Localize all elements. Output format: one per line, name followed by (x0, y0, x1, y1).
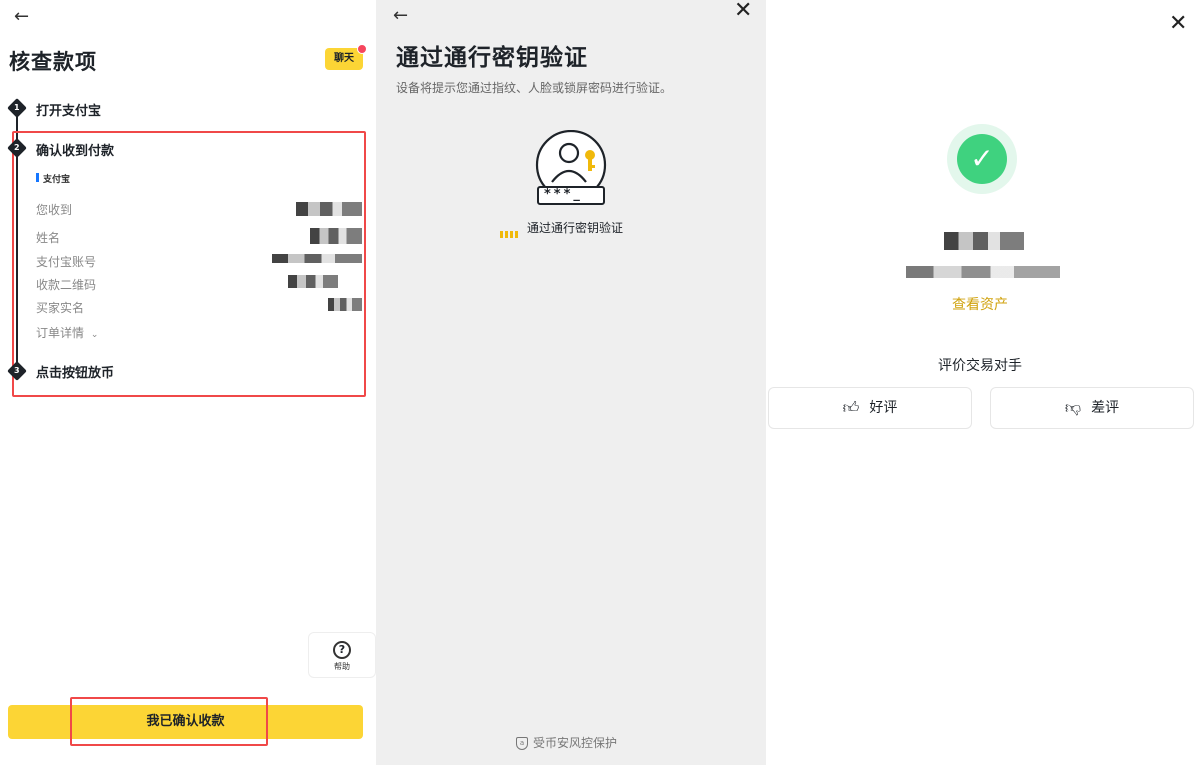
step-1-icon: 1 (7, 98, 27, 118)
help-button[interactable]: ? 帮助 (308, 632, 376, 678)
shield-icon: a (516, 737, 528, 750)
password-mask: ***_ (544, 187, 583, 202)
risk-protection-note: a 受币安风控保护 (516, 734, 617, 751)
row-label-qr-code: 收款二维码 (36, 278, 97, 292)
redacted-value (328, 298, 362, 311)
loading-indicator (500, 224, 520, 243)
passkey-verify-panel: ← ✕ 通过通行密钥验证 设备将提示您通过指纹、人脸或锁屏密码进行验证。 ***… (376, 0, 766, 765)
close-icon[interactable]: ✕ (1169, 13, 1187, 35)
good-review-label: 好评 (869, 400, 898, 416)
bad-review-button[interactable]: 👎︎ 差评 (990, 387, 1194, 429)
payment-method-marker (36, 173, 39, 182)
view-assets-link[interactable]: 查看资产 (952, 294, 1008, 314)
redacted-value (296, 202, 362, 216)
redacted-value (272, 254, 362, 263)
highlight-box (70, 697, 268, 746)
thumbs-up-icon: 👍︎ (842, 398, 860, 417)
rate-counterparty-title: 评价交易对手 (938, 358, 1022, 374)
step-1-label: 打开支付宝 (36, 104, 102, 119)
row-label-buyer-name: 买家实名 (36, 301, 85, 315)
chevron-down-icon: ⌄ (90, 330, 99, 340)
help-label: 帮助 (334, 662, 350, 671)
payment-method: 支付宝 (43, 175, 71, 185)
page-description: 设备将提示您通过指纹、人脸或锁屏密码进行验证。 (396, 81, 673, 95)
check-icon: ✓ (957, 134, 1007, 184)
redacted-amount (944, 232, 1024, 250)
order-details-toggle[interactable]: 订单详情 ⌄ (36, 324, 98, 341)
row-label-received: 您收到 (36, 203, 73, 217)
redacted-detail (906, 266, 1060, 278)
protect-text: 受币安风控保护 (533, 736, 618, 750)
help-icon: ? (333, 641, 351, 659)
page-title: 通过通行密钥验证 (396, 45, 588, 71)
release-success-panel: ✕ ✓ 查看资产 评价交易对手 👍︎ 好评 👎︎ 差评 (766, 0, 1200, 765)
order-details-label: 订单详情 (36, 326, 85, 340)
verify-payment-panel: ← 核查款项 聊天 1 打开支付宝 2 确认收到付款 支付宝 您收到 姓名 支付… (0, 0, 376, 765)
page-title: 核查款项 (9, 50, 97, 74)
bad-review-label: 差评 (1091, 400, 1120, 416)
thumbs-down-icon: 👎︎ (1064, 398, 1082, 417)
notification-badge (357, 44, 367, 54)
good-review-button[interactable]: 👍︎ 好评 (768, 387, 972, 429)
step-2-label: 确认收到付款 (36, 144, 115, 159)
step-3-label: 点击按钮放币 (36, 366, 115, 381)
row-label-alipay-account: 支付宝账号 (36, 255, 97, 269)
row-label-name: 姓名 (36, 231, 61, 245)
redacted-value (310, 228, 362, 244)
redacted-value (288, 275, 338, 288)
back-arrow-icon[interactable]: ← (393, 7, 408, 25)
close-icon[interactable]: ✕ (734, 0, 752, 22)
back-arrow-icon[interactable]: ← (14, 8, 29, 26)
loading-text: 通过通行密钥验证 (527, 221, 624, 235)
